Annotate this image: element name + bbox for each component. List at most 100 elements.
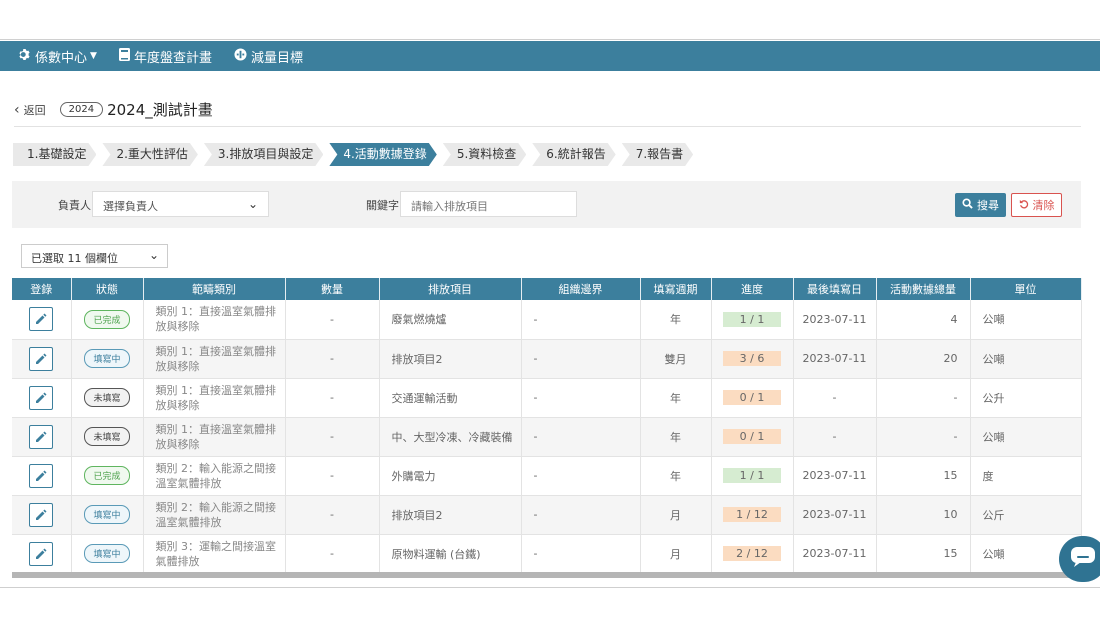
- edit-button[interactable]: [29, 385, 54, 410]
- clear-button[interactable]: 清除: [1011, 193, 1062, 217]
- total-cell: 15: [876, 456, 971, 496]
- step-1[interactable]: 1.基礎設定: [13, 143, 96, 166]
- step-7[interactable]: 7.報告書: [622, 143, 693, 166]
- step-2[interactable]: 2.重大性評估: [102, 143, 197, 166]
- category-text: 類別 1：直接溫室氣體排放與移除: [155, 383, 277, 412]
- boundary-cell: -: [521, 378, 641, 418]
- progress-indicator: 1 / 12: [723, 507, 781, 522]
- progress-indicator: 1 / 1: [723, 468, 781, 483]
- emission-item-cell: 外購電力: [379, 456, 522, 496]
- step-5[interactable]: 5.資料檢查: [443, 143, 526, 166]
- col-header: 登錄: [12, 278, 72, 300]
- boundary-cell: -: [521, 417, 641, 457]
- status-badge: 已完成: [84, 466, 130, 485]
- last-date-cell: 2023-07-11: [793, 339, 877, 379]
- step-wizard: 1.基礎設定 2.重大性評估 3.排放項目與設定 4.活動數據登錄 5.資料檢查…: [13, 143, 699, 166]
- cycle-cell: 月: [640, 534, 712, 574]
- col-header: 狀態: [71, 278, 144, 300]
- horizontal-scrollbar[interactable]: [12, 572, 1081, 578]
- edit-button[interactable]: [29, 424, 54, 449]
- nav-coefficient-center[interactable]: 係數中心 ▼: [18, 47, 97, 66]
- reset-icon: [1019, 199, 1029, 212]
- cycle-cell: 雙月: [640, 339, 712, 379]
- chat-button[interactable]: [1059, 536, 1100, 582]
- filter-bar: 負責人 選擇負責人 ⌄ 關鍵字 請輸入排放項目 搜尋 清除: [12, 181, 1081, 228]
- category-cell: 類別 2：輸入能源之間接溫室氣體排放: [143, 456, 286, 496]
- back-button[interactable]: ‹ 返回: [14, 102, 46, 118]
- bottom-divider: [0, 587, 1100, 588]
- quantity-cell: -: [285, 534, 380, 574]
- edit-cell: [12, 495, 72, 535]
- category-cell: 類別 1：直接溫室氣體排放與移除: [143, 378, 286, 418]
- status-badge: 未填寫: [84, 427, 130, 446]
- unit-cell: 公升: [970, 378, 1082, 418]
- main-content: ‹ 返回 2024 2024_測試計畫 1.基礎設定 2.重大性評估 3.排放項…: [0, 71, 1100, 587]
- emission-item-cell: 排放項目2: [379, 495, 522, 535]
- nav-label: 減量目標: [250, 50, 303, 66]
- total-cell: 10: [876, 495, 971, 535]
- progress-cell: 1 / 1: [711, 456, 794, 496]
- col-header: 最後填寫日: [793, 278, 877, 300]
- status-badge: 填寫中: [84, 544, 130, 563]
- progress-cell: 1 / 12: [711, 495, 794, 535]
- status-badge: 未填寫: [84, 388, 130, 407]
- total-cell: 20: [876, 339, 971, 379]
- col-header: 範疇類別: [143, 278, 286, 300]
- owner-select-value: 選擇負責人: [103, 200, 158, 213]
- progress-cell: 0 / 1: [711, 417, 794, 457]
- edit-button[interactable]: [29, 463, 54, 488]
- status-badge: 填寫中: [84, 349, 130, 368]
- search-button[interactable]: 搜尋: [955, 193, 1006, 217]
- cycle-cell: 月: [640, 495, 712, 535]
- category-text: 類別 1：直接溫室氣體排放與移除: [155, 344, 277, 373]
- table-row: 已完成 類別 2：輸入能源之間接溫室氣體排放 - 外購電力 - 年 1 / 1 2023-07…: [12, 456, 1082, 496]
- progress-indicator: 0 / 1: [723, 429, 781, 444]
- edit-button[interactable]: [29, 307, 54, 332]
- progress-cell: 1 / 1: [711, 300, 794, 340]
- keyword-input[interactable]: 請輸入排放項目: [400, 191, 577, 217]
- progress-indicator: 3 / 6: [723, 351, 781, 366]
- status-cell: 填寫中: [71, 534, 144, 574]
- keyword-placeholder: 請輸入排放項目: [411, 200, 488, 213]
- status-badge: 已完成: [84, 309, 130, 329]
- year-badge: 2024: [59, 102, 104, 117]
- col-header: 數量: [285, 278, 380, 300]
- total-cell: 15: [876, 534, 971, 574]
- column-selector[interactable]: 已選取 11 個欄位 ⌄: [21, 244, 168, 268]
- nav-annual-plan[interactable]: 年度盤查計畫: [118, 47, 212, 66]
- edit-cell: [12, 456, 72, 496]
- status-cell: 填寫中: [71, 339, 144, 379]
- pencil-icon: [36, 509, 47, 520]
- edit-button[interactable]: [29, 541, 54, 566]
- step-6[interactable]: 6.統計報告: [532, 143, 615, 166]
- edit-cell: [12, 339, 72, 379]
- col-header: 進度: [711, 278, 794, 300]
- nav-reduction-target[interactable]: 減量目標: [234, 47, 303, 66]
- quantity-cell: -: [285, 339, 380, 379]
- last-date-cell: 2023-07-11: [793, 456, 877, 496]
- keyword-label: 關鍵字: [366, 199, 399, 212]
- pencil-icon: [36, 353, 47, 364]
- boundary-cell: -: [521, 339, 641, 379]
- last-date-cell: 2023-07-11: [793, 495, 877, 535]
- col-header: 活動數據總量: [876, 278, 971, 300]
- unit-cell: 公噸: [970, 339, 1082, 379]
- edit-button[interactable]: [29, 346, 54, 371]
- boundary-cell: -: [521, 495, 641, 535]
- step-4[interactable]: 4.活動數據登錄: [329, 143, 436, 166]
- search-icon: [962, 198, 973, 212]
- emission-item-cell: 原物料運輸 (台鐵): [379, 534, 522, 574]
- caret-down-icon: ▼: [90, 51, 97, 61]
- edit-button[interactable]: [29, 502, 54, 527]
- category-cell: 類別 1：直接溫室氣體排放與移除: [143, 417, 286, 457]
- step-3[interactable]: 3.排放項目與設定: [204, 143, 323, 166]
- quantity-cell: -: [285, 417, 380, 457]
- owner-select[interactable]: 選擇負責人 ⌄: [92, 191, 269, 217]
- nav-label: 係數中心: [35, 50, 88, 66]
- chevron-left-icon: ‹: [14, 101, 20, 118]
- pencil-icon: [36, 392, 47, 403]
- unit-cell: 公噸: [970, 300, 1082, 340]
- emission-item-cell: 中、大型冷凍、冷藏裝備: [379, 417, 522, 457]
- category-text: 類別 3：運輸之間接溫室氣體排放: [155, 539, 277, 568]
- col-header: 排放項目: [379, 278, 522, 300]
